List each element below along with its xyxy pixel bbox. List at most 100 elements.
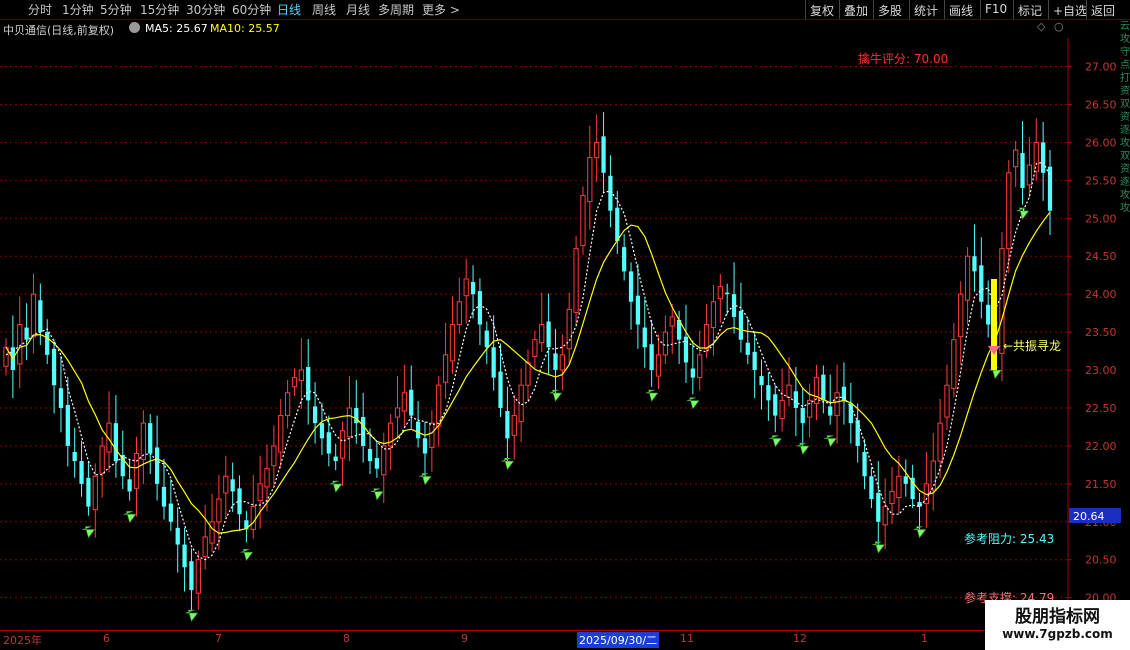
candle-body-74	[511, 415, 517, 436]
period-tab-1[interactable]: 1分钟	[62, 1, 94, 18]
period-tab-9[interactable]: 多周期	[378, 1, 414, 18]
candle-body-121	[834, 392, 840, 417]
candle-body-124	[855, 420, 860, 446]
candle-body-86	[594, 141, 600, 159]
candle-body-128	[882, 506, 888, 526]
candle-body-149	[1026, 164, 1033, 186]
period-tab-10[interactable]: 更多 >	[422, 1, 460, 18]
buy-marker-0	[82, 526, 96, 539]
candle-body-72	[498, 371, 503, 408]
candle-body-62	[429, 422, 435, 448]
x-tick-2: 7	[215, 632, 222, 645]
candle-body-103	[710, 301, 717, 329]
candle-body-37	[257, 483, 263, 502]
candle-body-95	[655, 354, 662, 377]
candle-body-13	[92, 475, 98, 511]
candle-body-102	[703, 324, 710, 350]
candle-body-47	[326, 432, 331, 454]
candle-body-19	[133, 452, 140, 489]
candle-body-23	[161, 486, 167, 507]
candle-body-30	[209, 521, 215, 544]
candle-body-66	[456, 301, 462, 326]
candle-body-84	[580, 195, 586, 247]
candle-body-32	[223, 475, 229, 494]
candle-body-107	[738, 310, 744, 340]
candle-body-89	[615, 207, 620, 242]
toolbar-button-8[interactable]: 返回	[1086, 0, 1126, 19]
candle-body-90	[622, 247, 627, 272]
y-tick-label-10: 25.00	[1085, 212, 1117, 225]
candle-body-36	[250, 506, 256, 530]
buy-marker-10	[686, 397, 700, 410]
y-tick-label-8: 24.00	[1085, 288, 1117, 301]
y-tick-label-3: 21.50	[1085, 478, 1117, 491]
candle-body-108	[745, 342, 750, 355]
candle-body-93	[642, 327, 647, 348]
candle-body-78	[539, 324, 545, 344]
candle-body-71	[491, 347, 496, 378]
buy-marker-17	[1016, 207, 1030, 220]
toolbar-button-3[interactable]: 统计	[909, 0, 944, 19]
toolbar-button-0[interactable]: 复权	[805, 0, 839, 19]
candle-body-145	[999, 248, 1005, 354]
candle-body-12	[86, 477, 91, 507]
candle-body-21	[148, 423, 153, 454]
toolbar-button-5[interactable]: F10	[980, 0, 1013, 19]
period-tab-0[interactable]: 分时	[28, 1, 52, 18]
candle-body-61	[422, 438, 428, 454]
candle-body-44	[306, 367, 311, 401]
candle-body-77	[532, 339, 538, 357]
period-tab-3[interactable]: 15分钟	[140, 1, 179, 18]
candle-body-31	[216, 498, 222, 523]
buy-marker-3	[240, 549, 253, 562]
period-tab-8[interactable]: 月线	[346, 1, 370, 18]
toolbar-button-7[interactable]: +自选	[1048, 0, 1087, 19]
candle-body-20	[140, 422, 146, 461]
candle-body-24	[168, 503, 173, 522]
period-tab-5[interactable]: 60分钟	[232, 1, 271, 18]
candle-body-105	[725, 292, 730, 295]
settings-icon[interactable]	[129, 22, 140, 33]
candle-body-140	[964, 255, 971, 301]
candle-body-54	[374, 458, 380, 469]
candle-body-85	[587, 157, 593, 203]
candle-body-28	[195, 559, 201, 594]
x-tick-4: 9	[461, 632, 468, 645]
candle-body-60	[415, 421, 421, 439]
candle-body-142	[979, 265, 984, 302]
candle-body-119	[821, 374, 826, 401]
resistance-label: 参考阻力: 25.43	[964, 531, 1054, 546]
y-tick-label-5: 22.50	[1085, 402, 1117, 415]
period-tab-7[interactable]: 周线	[312, 1, 336, 18]
toolbar-button-6[interactable]: 标记	[1013, 0, 1048, 19]
x-tick-5: 2025/09/30/二	[577, 632, 660, 648]
toolbar-button-1[interactable]: 叠加	[839, 0, 873, 19]
toolbar-button-4[interactable]: 画线	[944, 0, 980, 19]
buy-marker-2	[185, 609, 199, 622]
x-tick-6: 11	[680, 632, 694, 645]
candle-body-38	[264, 468, 270, 488]
ma5-readout: MA5: 25.67	[145, 22, 208, 35]
candle-body-120	[828, 406, 833, 416]
y-tick-label-9: 24.50	[1085, 250, 1117, 263]
signal-label: ←共振寻龙	[1003, 339, 1061, 353]
period-tab-6[interactable]: 日线	[277, 1, 301, 18]
candle-body-68	[470, 282, 476, 295]
candle-body-25	[175, 527, 180, 545]
right-strip-text: 云攻守点打资双资逐攻双资逐攻攻	[1120, 21, 1130, 214]
candle-body-59	[409, 389, 414, 416]
candle-body-64	[442, 354, 449, 383]
buy-marker-11	[769, 435, 782, 448]
y-tick-label-12: 26.00	[1085, 136, 1117, 149]
candle-body-136	[937, 422, 943, 462]
candle-body-65	[449, 324, 456, 362]
candle-body-112	[773, 394, 778, 416]
candle-body-76	[525, 361, 531, 386]
candle-body-18	[127, 479, 132, 492]
period-tab-2[interactable]: 5分钟	[100, 1, 132, 18]
candle-body-16	[113, 423, 119, 462]
candle-body-99	[683, 336, 689, 363]
toolbar-button-2[interactable]: 多股	[873, 0, 909, 19]
period-tab-4[interactable]: 30分钟	[186, 1, 225, 18]
candle-body-139	[958, 293, 964, 338]
